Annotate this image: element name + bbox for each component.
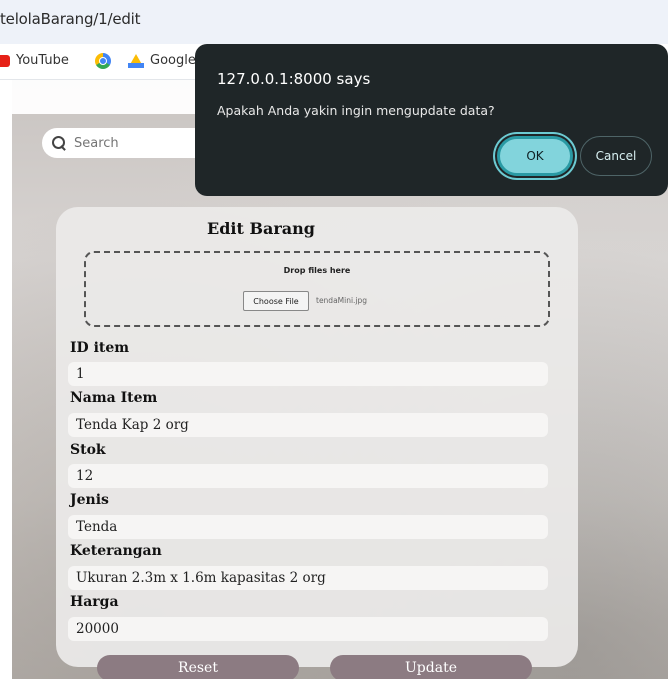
form-title: Edit Barang: [207, 219, 315, 238]
update-button[interactable]: Update: [330, 655, 532, 679]
choose-file-button[interactable]: Choose File: [243, 291, 309, 311]
field-label-keterangan: Keterangan: [70, 543, 162, 559]
field-label-nama: Nama Item: [70, 390, 158, 406]
google-drive-icon: [128, 53, 144, 68]
dropzone-label: Drop files here: [283, 266, 351, 275]
jenis-input[interactable]: Tenda: [68, 515, 548, 539]
edit-form-card: Edit Barang Drop files here Choose File …: [56, 207, 578, 667]
bookmark-label: Google: [150, 53, 196, 68]
field-label-jenis: Jenis: [70, 492, 109, 508]
url-text[interactable]: telolaBarang/1/edit: [0, 10, 141, 28]
search-input[interactable]: [74, 135, 194, 151]
dialog-title: 127.0.0.1:8000 says: [217, 70, 371, 88]
bookmark-google[interactable]: Google: [128, 53, 196, 68]
field-label-id: ID item: [70, 340, 130, 356]
selected-file-name: tendaMini.jpg: [316, 296, 368, 305]
file-dropzone[interactable]: Drop files here Choose File tendaMini.jp…: [84, 251, 550, 327]
field-label-stok: Stok: [70, 442, 106, 458]
nama-item-input[interactable]: Tenda Kap 2 org: [68, 413, 548, 437]
id-item-input[interactable]: 1: [68, 362, 548, 386]
cancel-button[interactable]: Cancel: [580, 136, 652, 176]
harga-input[interactable]: 20000: [68, 617, 548, 641]
search-icon: [52, 136, 66, 150]
search-bar[interactable]: [42, 128, 212, 158]
stok-input[interactable]: 12: [68, 464, 548, 488]
chrome-icon: [95, 53, 111, 69]
keterangan-input[interactable]: Ukuran 2.3m x 1.6m kapasitas 2 org: [68, 566, 548, 590]
bookmark-label: YouTube: [16, 53, 69, 68]
dialog-message: Apakah Anda yakin ingin mengupdate data?: [217, 103, 495, 118]
ok-button[interactable]: OK: [497, 136, 573, 176]
bookmark-chrome[interactable]: [95, 53, 111, 69]
field-label-harga: Harga: [70, 594, 119, 610]
bookmark-youtube[interactable]: YouTube: [0, 53, 69, 68]
address-bar[interactable]: telolaBarang/1/edit: [0, 0, 668, 44]
youtube-icon: [0, 54, 10, 67]
reset-button[interactable]: Reset: [97, 655, 299, 679]
